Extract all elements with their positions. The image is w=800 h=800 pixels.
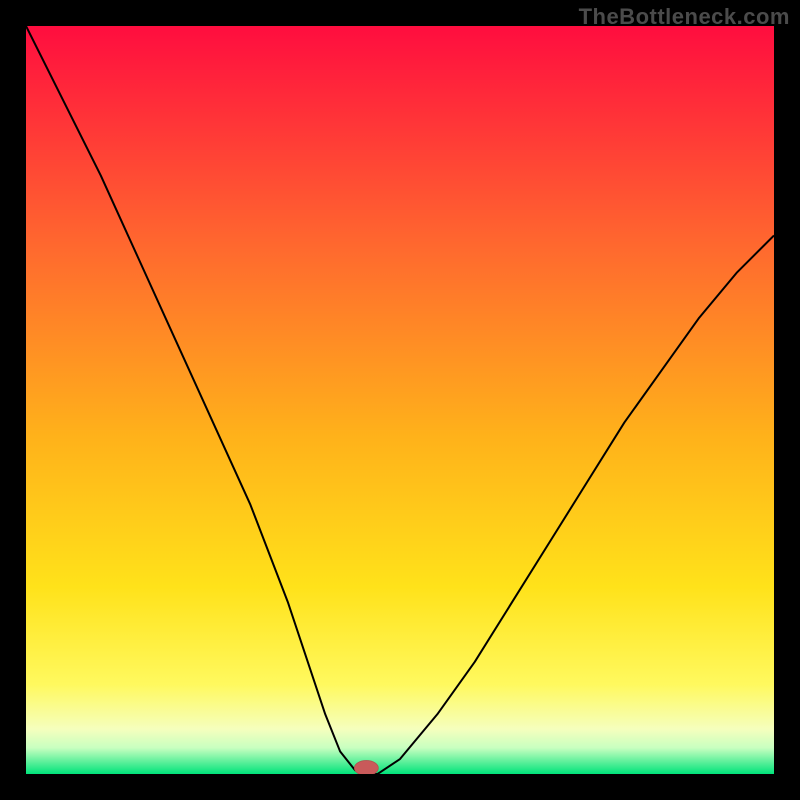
- plot-area: [26, 26, 774, 774]
- gradient-background: [26, 26, 774, 774]
- optimum-marker: [354, 761, 378, 774]
- bottleneck-chart: [26, 26, 774, 774]
- chart-frame: TheBottleneck.com: [0, 0, 800, 800]
